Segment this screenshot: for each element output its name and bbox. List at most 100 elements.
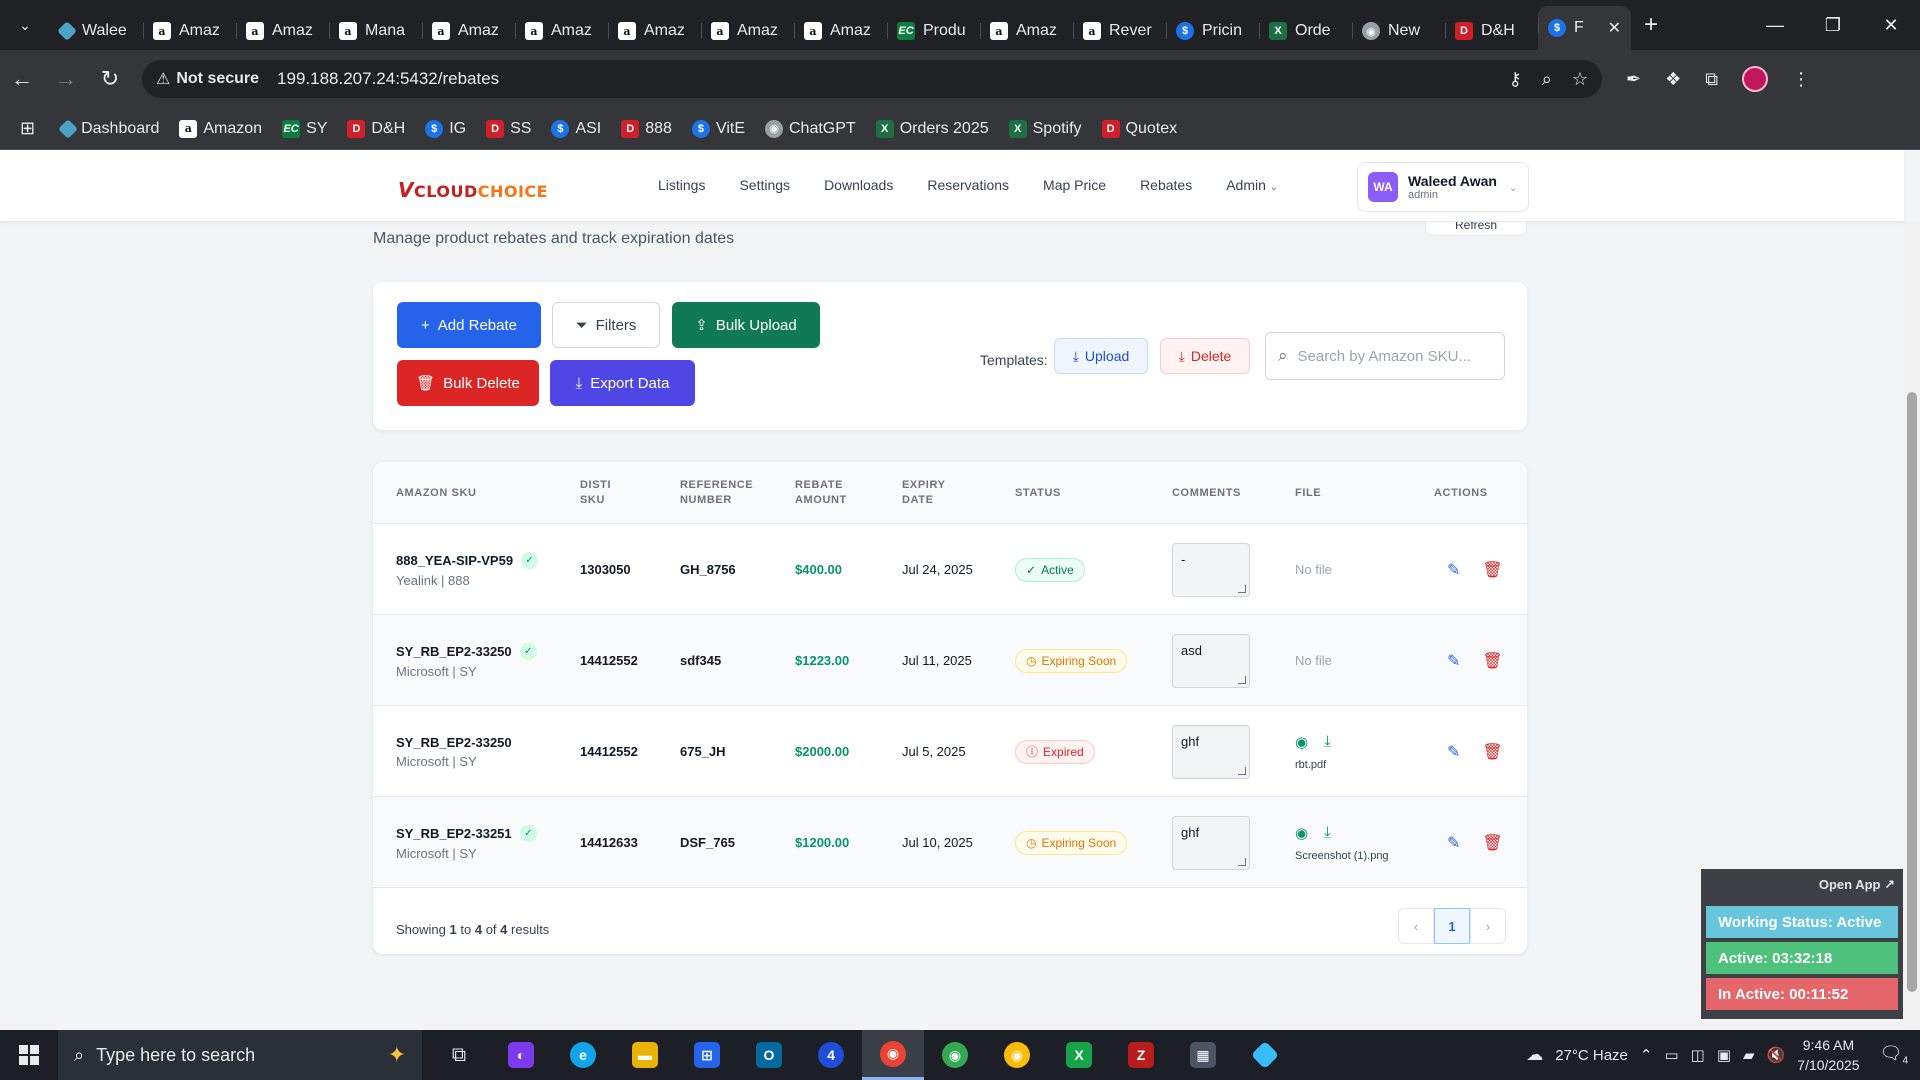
- next-page-chevron-icon[interactable]: ›: [1470, 908, 1506, 944]
- feather-extension-icon[interactable]: ✒: [1626, 69, 1641, 90]
- camera-icon[interactable]: ◫: [1691, 1046, 1705, 1064]
- header-expiry-date[interactable]: EXPIRY DATE: [902, 462, 952, 524]
- header-amazon-sku[interactable]: AMAZON SKU: [396, 462, 526, 524]
- browser-tab[interactable]: Walee: [50, 12, 143, 50]
- zoom-icon[interactable]: ⌕: [1542, 69, 1552, 90]
- chrome-profile-icon[interactable]: ◉: [924, 1030, 986, 1080]
- not-secure-indicator[interactable]: ⚠ Not secure: [156, 69, 259, 89]
- nav-rebates[interactable]: Rebates: [1140, 177, 1192, 193]
- eye-view-icon[interactable]: ◉: [1295, 824, 1308, 842]
- minimize-icon[interactable]: —: [1746, 15, 1804, 36]
- bookmark-item[interactable]: $ ASI: [551, 119, 601, 138]
- tab-close-icon[interactable]: ✕: [1608, 18, 1621, 38]
- sku-text[interactable]: SY_RB_EP2-33250: [396, 735, 512, 750]
- header-status[interactable]: STATUS: [1015, 462, 1095, 524]
- comment-textarea[interactable]: -: [1172, 542, 1250, 597]
- browser-tab[interactable]: EC Produ: [887, 12, 980, 50]
- nav-reservations[interactable]: Reservations: [927, 177, 1009, 193]
- bulk-delete-button[interactable]: 🗑 Bulk Delete: [397, 360, 539, 406]
- back-arrow-icon[interactable]: ←: [0, 66, 44, 92]
- edge-browser-icon[interactable]: e: [552, 1030, 614, 1080]
- export-data-button[interactable]: ⤓ Export Data: [550, 360, 695, 406]
- browser-tab[interactable]: a Amaz: [422, 12, 515, 50]
- outlook-icon[interactable]: O: [738, 1030, 800, 1080]
- sku-text[interactable]: 888_YEA-SIP-VP59: [396, 553, 513, 568]
- taskbar-search-box[interactable]: ⌕ Type here to search ✦: [58, 1030, 422, 1080]
- nav-admin[interactable]: Admin ⌄: [1226, 177, 1278, 193]
- bookmark-star-icon[interactable]: ☆: [1572, 69, 1588, 90]
- download-icon[interactable]: ⤓: [1324, 733, 1331, 751]
- battery-icon[interactable]: ▰: [1743, 1046, 1755, 1064]
- browser-tab[interactable]: a Amaz: [236, 12, 329, 50]
- page-number-button[interactable]: 1: [1434, 908, 1470, 944]
- forward-arrow-icon[interactable]: →: [44, 66, 88, 92]
- edit-icon[interactable]: ✎: [1447, 560, 1460, 580]
- browser-tab[interactable]: a Amaz: [794, 12, 887, 50]
- bookmark-item[interactable]: ◉ ChatGPT: [765, 119, 856, 138]
- browser-tab[interactable]: a Amaz: [608, 12, 701, 50]
- browser-tab-active[interactable]: $ F ✕: [1538, 6, 1631, 50]
- bookmark-item[interactable]: X Spotify: [1008, 119, 1082, 138]
- restore-icon[interactable]: ❐: [1804, 15, 1862, 36]
- bookmark-item[interactable]: a Amazon: [179, 119, 262, 138]
- nav-listings[interactable]: Listings: [658, 177, 705, 193]
- browser-tab[interactable]: $ Pricin: [1166, 12, 1259, 50]
- sku-text[interactable]: SY_RB_EP2-33251: [396, 826, 512, 841]
- sku-text[interactable]: SY_RB_EP2-33250: [396, 644, 512, 659]
- tray-chevron-up-icon[interactable]: ⌃: [1640, 1046, 1653, 1064]
- weather-icon[interactable]: ☁: [1526, 1045, 1543, 1065]
- edit-icon[interactable]: ✎: [1447, 651, 1460, 671]
- template-upload-button[interactable]: ⤓ Upload: [1054, 338, 1148, 374]
- comment-textarea[interactable]: asd: [1172, 633, 1250, 688]
- trash-icon[interactable]: 🗑: [1482, 742, 1502, 762]
- page-scrollbar[interactable]: [1904, 222, 1920, 1030]
- apps-grid-icon[interactable]: ⊞: [20, 118, 35, 139]
- tab-search-menu-icon[interactable]: ⌄: [0, 0, 50, 50]
- copilot-sparkle-icon[interactable]: ✦: [388, 1042, 406, 1068]
- network-icon[interactable]: ▭: [1664, 1046, 1678, 1064]
- clock[interactable]: 9:46 AM 7/10/2025: [1797, 1035, 1859, 1075]
- bookmark-item[interactable]: D 888: [621, 119, 672, 138]
- calculator-icon[interactable]: ▦: [1172, 1030, 1234, 1080]
- close-window-icon[interactable]: ✕: [1862, 15, 1920, 36]
- browser-tab[interactable]: D D&H: [1445, 12, 1538, 50]
- teams-app-icon[interactable]: 4: [800, 1030, 862, 1080]
- bookmark-item[interactable]: X Orders 2025: [875, 119, 989, 138]
- user-menu[interactable]: WA Waleed Awan admin ⌄: [1357, 162, 1529, 212]
- browser-tab[interactable]: a Mana: [329, 12, 422, 50]
- nav-map-price[interactable]: Map Price: [1043, 177, 1106, 193]
- prev-page-chevron-icon[interactable]: ‹: [1398, 908, 1434, 944]
- add-rebate-button[interactable]: + Add Rebate: [397, 302, 541, 348]
- nav-downloads[interactable]: Downloads: [824, 177, 893, 193]
- profile-avatar[interactable]: [1742, 66, 1769, 92]
- header-reference-number[interactable]: REFERENCE NUMBER: [680, 462, 753, 524]
- notification-center-icon[interactable]: 🗨4: [1880, 1043, 1908, 1067]
- key-icon[interactable]: ⚷: [1509, 69, 1522, 90]
- hex-app-icon[interactable]: [1234, 1030, 1296, 1080]
- trash-icon[interactable]: 🗑: [1482, 651, 1502, 671]
- kebab-menu-icon[interactable]: ⋮: [1792, 69, 1810, 90]
- sku-search-input[interactable]: [1297, 347, 1478, 365]
- bookmark-item[interactable]: D SS: [486, 119, 531, 138]
- chrome-icon[interactable]: ◉: [862, 1030, 924, 1080]
- header-rebate-amount[interactable]: REBATE AMOUNT: [795, 462, 855, 524]
- scrollbar-thumb[interactable]: [1907, 392, 1917, 992]
- bookmark-item[interactable]: Dashboard: [58, 118, 159, 139]
- task-view-icon[interactable]: ⧉: [428, 1030, 490, 1080]
- chrome-profile-2-icon[interactable]: ◉: [986, 1030, 1048, 1080]
- browser-tab[interactable]: a Rever: [1073, 12, 1166, 50]
- dropbox-extension-icon[interactable]: ❖: [1665, 69, 1681, 90]
- filezilla-icon[interactable]: Z: [1110, 1030, 1172, 1080]
- comment-textarea[interactable]: ghf: [1172, 815, 1250, 870]
- microsoft-store-icon[interactable]: ⊞: [676, 1030, 738, 1080]
- file-explorer-icon[interactable]: ▬: [614, 1030, 676, 1080]
- browser-tab[interactable]: ◉ New: [1352, 12, 1445, 50]
- template-delete-button[interactable]: ⤓ Delete: [1160, 338, 1250, 374]
- download-icon[interactable]: ⤓: [1324, 824, 1331, 842]
- edit-icon[interactable]: ✎: [1447, 833, 1460, 853]
- browser-tab[interactable]: a Amaz: [515, 12, 608, 50]
- cloudchoice-logo[interactable]: VCLOUDCHOICE: [398, 178, 548, 202]
- eye-view-icon[interactable]: ◉: [1295, 733, 1308, 751]
- browser-tab[interactable]: a Amaz: [980, 12, 1073, 50]
- bookmark-item[interactable]: D D&H: [347, 119, 405, 138]
